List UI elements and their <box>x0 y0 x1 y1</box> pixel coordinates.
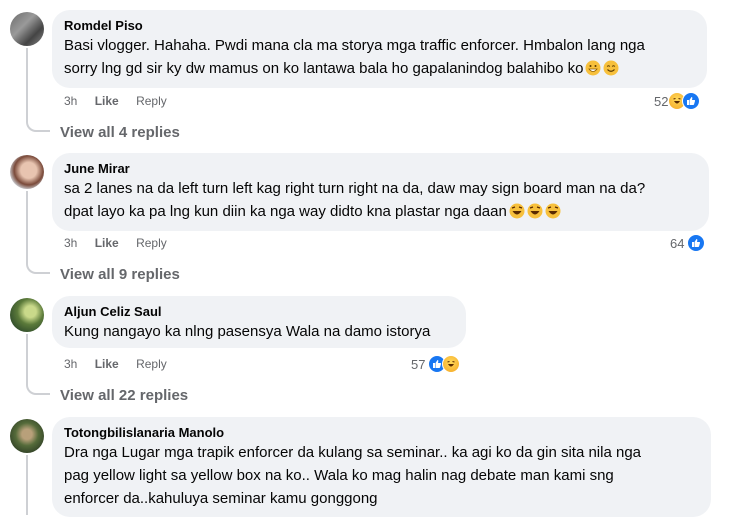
view-replies-link[interactable]: View all 9 replies <box>60 266 180 283</box>
comment-text: sa 2 lanes na da left turn left kag righ… <box>64 177 697 223</box>
laughing-emoji-icon <box>527 203 543 219</box>
comment-bubble: June Mirar sa 2 lanes na da left turn le… <box>52 153 709 231</box>
comment-line: pag yellow light sa yellow box na ko.. W… <box>64 467 614 484</box>
reaction-summary[interactable]: 64 <box>670 234 706 252</box>
avatar[interactable] <box>10 419 44 453</box>
avatar[interactable] <box>10 298 44 332</box>
reply-button[interactable]: Reply <box>136 236 167 250</box>
thread-line <box>26 191 28 260</box>
thread-line <box>26 334 28 381</box>
like-reaction-icon <box>687 234 706 252</box>
comment-bubble: Totongbilislanaria Manolo Dra nga Lugar … <box>52 417 711 517</box>
comment-text: Dra nga Lugar mga trapik enforcer da kul… <box>64 441 699 510</box>
thread-connector <box>26 379 50 395</box>
comment-line: sorry lng gd sir ky dw mamus on ko lanta… <box>64 57 695 80</box>
reply-button[interactable]: Reply <box>136 94 167 108</box>
comment-time[interactable]: 3h <box>64 94 77 108</box>
comment-actions: 3h Like Reply <box>64 356 181 372</box>
reaction-summary[interactable]: 57 <box>411 355 461 373</box>
comment-line-text: sorry lng gd sir ky dw mamus on ko lanta… <box>64 60 584 77</box>
comment-time[interactable]: 3h <box>64 357 77 371</box>
comment-author[interactable]: Aljun Celiz Saul <box>64 303 454 320</box>
comment-bubble: Romdel Piso Basi vlogger. Hahaha. Pwdi m… <box>52 10 707 88</box>
grinning-emoji-icon <box>585 60 601 76</box>
reaction-count: 57 <box>411 356 426 372</box>
like-button[interactable]: Like <box>95 357 119 371</box>
comment-author[interactable]: Totongbilislanaria Manolo <box>64 424 699 441</box>
comment-author[interactable]: Romdel Piso <box>64 17 695 34</box>
reaction-summary[interactable]: 52 <box>654 92 701 110</box>
comment-line: Kung nangayo ka nlng pasensya Wala na da… <box>64 323 431 340</box>
comment-line: Dra nga Lugar mga trapik enforcer da kul… <box>64 444 642 461</box>
view-replies-link[interactable]: View all 4 replies <box>60 124 180 141</box>
reply-button[interactable]: Reply <box>136 357 167 371</box>
comment-bubble: Aljun Celiz Saul Kung nangayo ka nlng pa… <box>52 296 466 348</box>
comment-line: enforcer da..kahuluya seminar kamu gongg… <box>64 490 378 507</box>
like-reaction-icon <box>682 92 701 110</box>
thread-line <box>26 48 28 118</box>
reaction-count: 64 <box>670 235 685 251</box>
reaction-count: 52 <box>654 93 669 109</box>
haha-reaction-icon <box>442 355 461 373</box>
comment-text: Kung nangayo ka nlng pasensya Wala na da… <box>64 320 454 343</box>
comment-actions: 3h Like Reply <box>64 93 181 109</box>
thread-connector <box>26 116 50 132</box>
thread-line <box>26 455 28 515</box>
view-replies-link[interactable]: View all 22 replies <box>60 387 188 404</box>
like-button[interactable]: Like <box>95 236 119 250</box>
comment-text: Basi vlogger. Hahaha. Pwdi mana cla ma s… <box>64 34 695 80</box>
comment-actions: 3h Like Reply <box>64 235 181 251</box>
comment-line: Basi vlogger. Hahaha. Pwdi mana cla ma s… <box>64 37 645 54</box>
smiling-emoji-icon <box>603 60 619 76</box>
comment-line-text: dpat layo ka pa lng kun diin ka nga way … <box>64 203 507 220</box>
comment-line: sa 2 lanes na da left turn left kag righ… <box>64 180 646 197</box>
comment-line: dpat layo ka pa lng kun diin ka nga way … <box>64 200 697 223</box>
thread-connector <box>26 258 50 274</box>
avatar[interactable] <box>10 12 44 46</box>
like-button[interactable]: Like <box>95 94 119 108</box>
avatar[interactable] <box>10 155 44 189</box>
laughing-emoji-icon <box>545 203 561 219</box>
laughing-emoji-icon <box>509 203 525 219</box>
comment-author[interactable]: June Mirar <box>64 160 697 177</box>
comment-time[interactable]: 3h <box>64 236 77 250</box>
